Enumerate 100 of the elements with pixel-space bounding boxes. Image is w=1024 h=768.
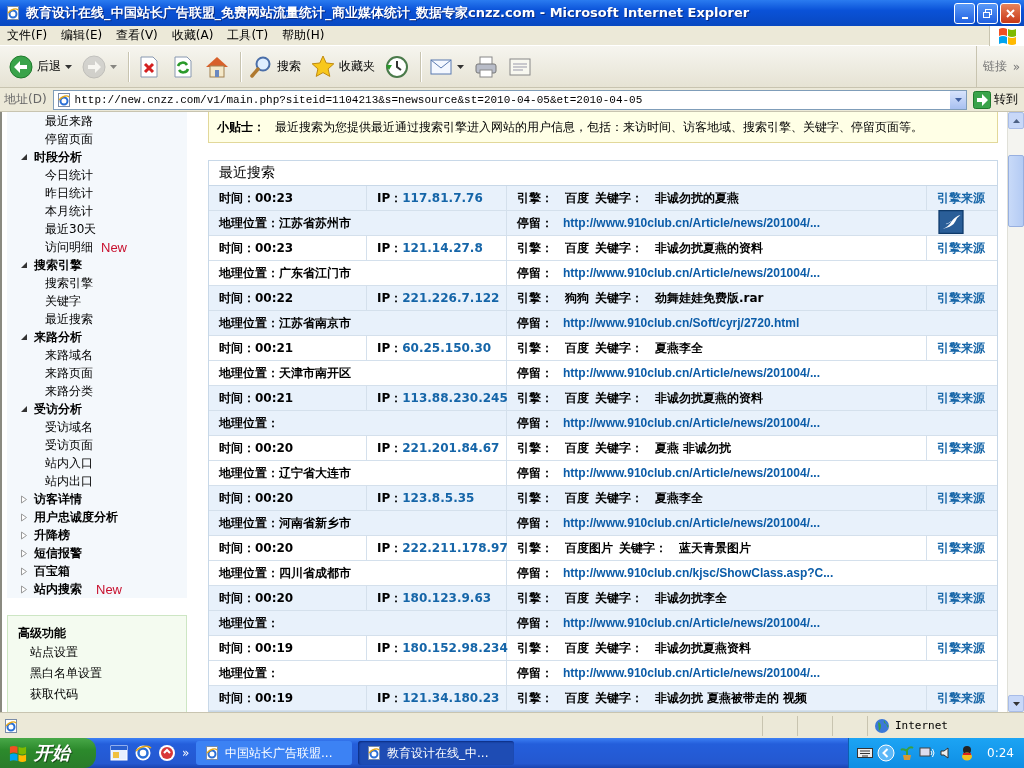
address-field[interactable]: http://new.cnzz.com/v1/main.php?siteid=1104213&s=newsource&st=2010-04-05&et=2010-04-05 xyxy=(52,89,967,110)
window-icon[interactable] xyxy=(110,744,128,762)
nav-group[interactable]: 站内搜索 xyxy=(34,580,82,598)
taskbar-button[interactable]: 教育设计在线_中... xyxy=(358,741,514,765)
nav-item[interactable]: 受访页面 xyxy=(45,436,93,454)
ip-link[interactable]: 221.226.7.122 xyxy=(402,291,500,305)
nav-item[interactable]: 站点设置 xyxy=(30,644,78,661)
round-app-icon[interactable] xyxy=(158,744,176,762)
menu-item[interactable]: 文件(F) xyxy=(0,27,55,44)
page-link[interactable]: http://www.910club.cn/Article/news/201004/... xyxy=(563,366,820,380)
nav-item[interactable]: 关键字 xyxy=(45,292,81,310)
favorites-button[interactable]: 收藏夹 xyxy=(308,52,378,81)
nav-group[interactable]: 来路分析 xyxy=(34,328,82,346)
taskbar-button[interactable]: 中国站长广告联盟... xyxy=(196,741,352,765)
ip-link[interactable]: 117.81.7.76 xyxy=(402,191,483,205)
nav-item[interactable]: 获取代码 xyxy=(30,686,78,703)
nav-item[interactable]: 本月统计 xyxy=(45,202,93,220)
keyword-label: 关键字： xyxy=(595,639,643,657)
nav-group[interactable]: 访客详情 xyxy=(34,490,82,508)
nav-item[interactable]: 来路分类 xyxy=(45,382,93,400)
ip-link[interactable]: 60.25.150.30 xyxy=(402,341,492,355)
nav-item[interactable]: 访问明细 xyxy=(45,238,93,256)
source-link[interactable]: 引擎来源 xyxy=(937,389,985,407)
scroll-thumb[interactable] xyxy=(1008,155,1024,227)
nav-item[interactable]: 黑白名单设置 xyxy=(30,665,102,682)
nav-item[interactable]: 最近搜索 xyxy=(45,310,93,328)
scroll-up-button[interactable] xyxy=(1008,112,1024,129)
browser-icon[interactable] xyxy=(134,744,152,762)
engine-name: 百度 xyxy=(565,689,589,707)
source-link[interactable]: 引擎来源 xyxy=(937,339,985,357)
ip-link[interactable]: 123.8.5.35 xyxy=(402,491,475,505)
source-link[interactable]: 引擎来源 xyxy=(937,189,985,207)
ip-link[interactable]: 121.34.180.23 xyxy=(402,691,500,705)
source-link[interactable]: 引擎来源 xyxy=(937,489,985,507)
start-button[interactable]: 开始 xyxy=(0,738,96,768)
search-button[interactable]: 搜索 xyxy=(246,52,304,81)
menu-item[interactable]: 查看(V) xyxy=(109,27,165,44)
nav-item[interactable]: 来路域名 xyxy=(45,346,93,364)
keyboard-icon[interactable] xyxy=(857,747,874,759)
nav-group[interactable]: 升降榜 xyxy=(34,526,70,544)
menu-item[interactable]: 帮助(H) xyxy=(275,27,332,44)
scroll-down-button[interactable] xyxy=(1008,695,1024,712)
nav-item[interactable]: 搜索引擎 xyxy=(45,274,93,292)
menu-item[interactable]: 收藏(A) xyxy=(164,27,221,44)
source-link[interactable]: 引擎来源 xyxy=(937,239,985,257)
source-link[interactable]: 引擎来源 xyxy=(937,289,985,307)
engine-label: 引擎： xyxy=(517,539,553,557)
nav-group[interactable]: 用户忠诚度分析 xyxy=(34,508,118,526)
nav-item[interactable]: 最近30天 xyxy=(45,220,97,238)
ip-link[interactable]: 222.211.178.97 xyxy=(402,541,508,555)
nav-item[interactable]: 昨日统计 xyxy=(45,184,93,202)
nav-item[interactable]: 来路页面 xyxy=(45,364,93,382)
ip-link[interactable]: 221.201.84.67 xyxy=(402,441,500,455)
page-link[interactable]: http://www.910club.cn/Article/news/201004/... xyxy=(563,516,820,530)
page-link[interactable]: http://www.910club.cn/Article/news/201004/... xyxy=(563,216,820,230)
nav-item[interactable]: 受访域名 xyxy=(45,418,93,436)
nav-group[interactable]: 搜索引擎 xyxy=(34,256,82,274)
ip-link[interactable]: 180.123.9.63 xyxy=(402,591,492,605)
keyword-text: 夏燕李全 xyxy=(655,339,703,357)
source-link[interactable]: 引擎来源 xyxy=(937,589,985,607)
engine-name: 百度 xyxy=(565,639,589,657)
menu-item[interactable]: 工具(T) xyxy=(220,27,276,44)
nav-item[interactable]: 停留页面 xyxy=(45,130,93,148)
nav-group[interactable]: 短信报警 xyxy=(34,544,82,562)
page-link[interactable]: http://www.910club.cn/Article/news/201004/... xyxy=(563,466,820,480)
nav-item[interactable]: 站内入口 xyxy=(45,454,93,472)
nav-group[interactable]: 百宝箱 xyxy=(34,562,70,580)
nav-group[interactable]: 时段分析 xyxy=(34,148,82,166)
page-link[interactable]: http://www.910club.cn/Article/news/201004/... xyxy=(563,666,820,680)
back-button[interactable]: 后退 xyxy=(6,52,75,81)
stay-label: 停留： xyxy=(517,214,553,232)
source-link[interactable]: 引擎来源 xyxy=(937,539,985,557)
ip-link[interactable]: 180.152.98.234 xyxy=(402,641,508,655)
page-link[interactable]: http://www.910club.cn/kjsc/ShowClass.asp?C... xyxy=(563,566,834,580)
links-button[interactable]: 链接 xyxy=(982,58,1007,75)
ip-link[interactable]: 113.88.230.245 xyxy=(402,391,508,405)
nav-item[interactable]: 今日统计 xyxy=(45,166,93,184)
nav-item[interactable]: 最近来路 xyxy=(45,112,93,130)
caret-icon xyxy=(65,64,72,69)
page-link[interactable]: http://www.910club.cn/Article/news/201004/... xyxy=(563,266,820,280)
nav-item[interactable]: 站内出口 xyxy=(45,472,93,490)
restore-button[interactable] xyxy=(977,2,998,24)
source-link[interactable]: 引擎来源 xyxy=(937,439,985,457)
minimize-button[interactable] xyxy=(954,2,975,24)
vertical-scrollbar[interactable] xyxy=(1008,112,1024,712)
page-link[interactable]: http://www.910club.cn/Article/news/201004/... xyxy=(563,416,820,430)
source-link[interactable]: 引擎来源 xyxy=(937,689,985,707)
close-button[interactable] xyxy=(1000,2,1021,24)
url-input[interactable]: http://new.cnzz.com/v1/main.php?siteid=1104213&s=newsource&st=2010-04-05&et=2010-04-05 xyxy=(74,93,946,106)
source-link[interactable]: 引擎来源 xyxy=(937,639,985,657)
go-button[interactable]: 转到 xyxy=(971,90,1020,109)
more-chevron[interactable]: » xyxy=(182,746,190,760)
ip-link[interactable]: 121.14.27.8 xyxy=(402,241,483,255)
dropdown-button[interactable] xyxy=(949,90,966,109)
page-link[interactable]: http://www.910club.cn/Article/news/201004/... xyxy=(563,616,820,630)
nav-group[interactable]: 受访分析 xyxy=(34,400,82,418)
page-link[interactable]: http://www.910club.cn/Soft/cyrj/2720.html xyxy=(563,316,800,330)
menu-item[interactable]: 编辑(E) xyxy=(54,27,110,44)
more-chevron[interactable]: » xyxy=(1012,59,1020,74)
restore-icon xyxy=(982,7,993,19)
